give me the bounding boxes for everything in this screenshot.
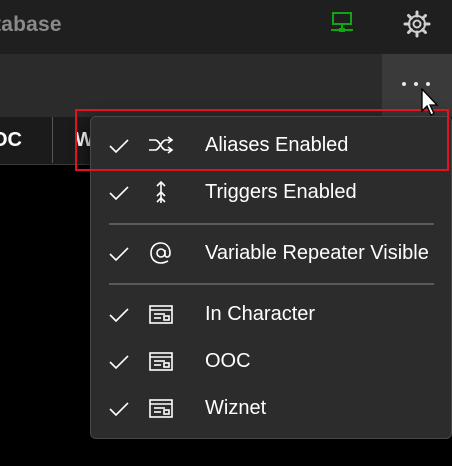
checkmark-icon xyxy=(109,355,129,369)
network-status-icon[interactable] xyxy=(328,11,356,37)
menu-item-ooc[interactable]: OOC xyxy=(91,338,451,384)
checkmark-icon xyxy=(109,186,129,200)
title-bar: tabase xyxy=(0,0,452,54)
at-sign-icon xyxy=(150,242,171,264)
menu-item-label: OOC xyxy=(205,350,251,372)
highlight-box xyxy=(75,109,449,171)
menu-item-label: Wiznet xyxy=(205,397,267,419)
menu-separator xyxy=(109,223,434,225)
mouse-cursor-icon xyxy=(421,88,439,116)
more-options-button[interactable] xyxy=(382,54,452,117)
menu-item-triggers-enabled[interactable]: Triggers Enabled xyxy=(91,169,451,215)
checkmark-icon xyxy=(109,402,129,416)
checkmark-icon xyxy=(109,308,129,322)
menu-item-variable-repeater-visible[interactable]: Variable Repeater Visible xyxy=(91,230,451,276)
terminal-window-icon xyxy=(149,399,173,418)
app-title: tabase xyxy=(0,13,62,36)
tab-ooc[interactable]: OC xyxy=(0,117,53,163)
menu-item-label: In Character xyxy=(205,303,316,325)
terminal-window-icon xyxy=(149,305,173,324)
menu-item-wiznet[interactable]: Wiznet xyxy=(91,385,451,431)
gear-icon[interactable] xyxy=(402,9,432,39)
menu-item-label: Variable Repeater Visible xyxy=(205,242,429,264)
menu-separator xyxy=(109,283,434,285)
checkmark-icon xyxy=(109,247,129,261)
trigger-arrow-icon xyxy=(156,180,166,203)
menu-item-label: Triggers Enabled xyxy=(205,181,357,203)
terminal-window-icon xyxy=(149,352,173,371)
menu-item-in-character[interactable]: In Character xyxy=(91,291,451,337)
